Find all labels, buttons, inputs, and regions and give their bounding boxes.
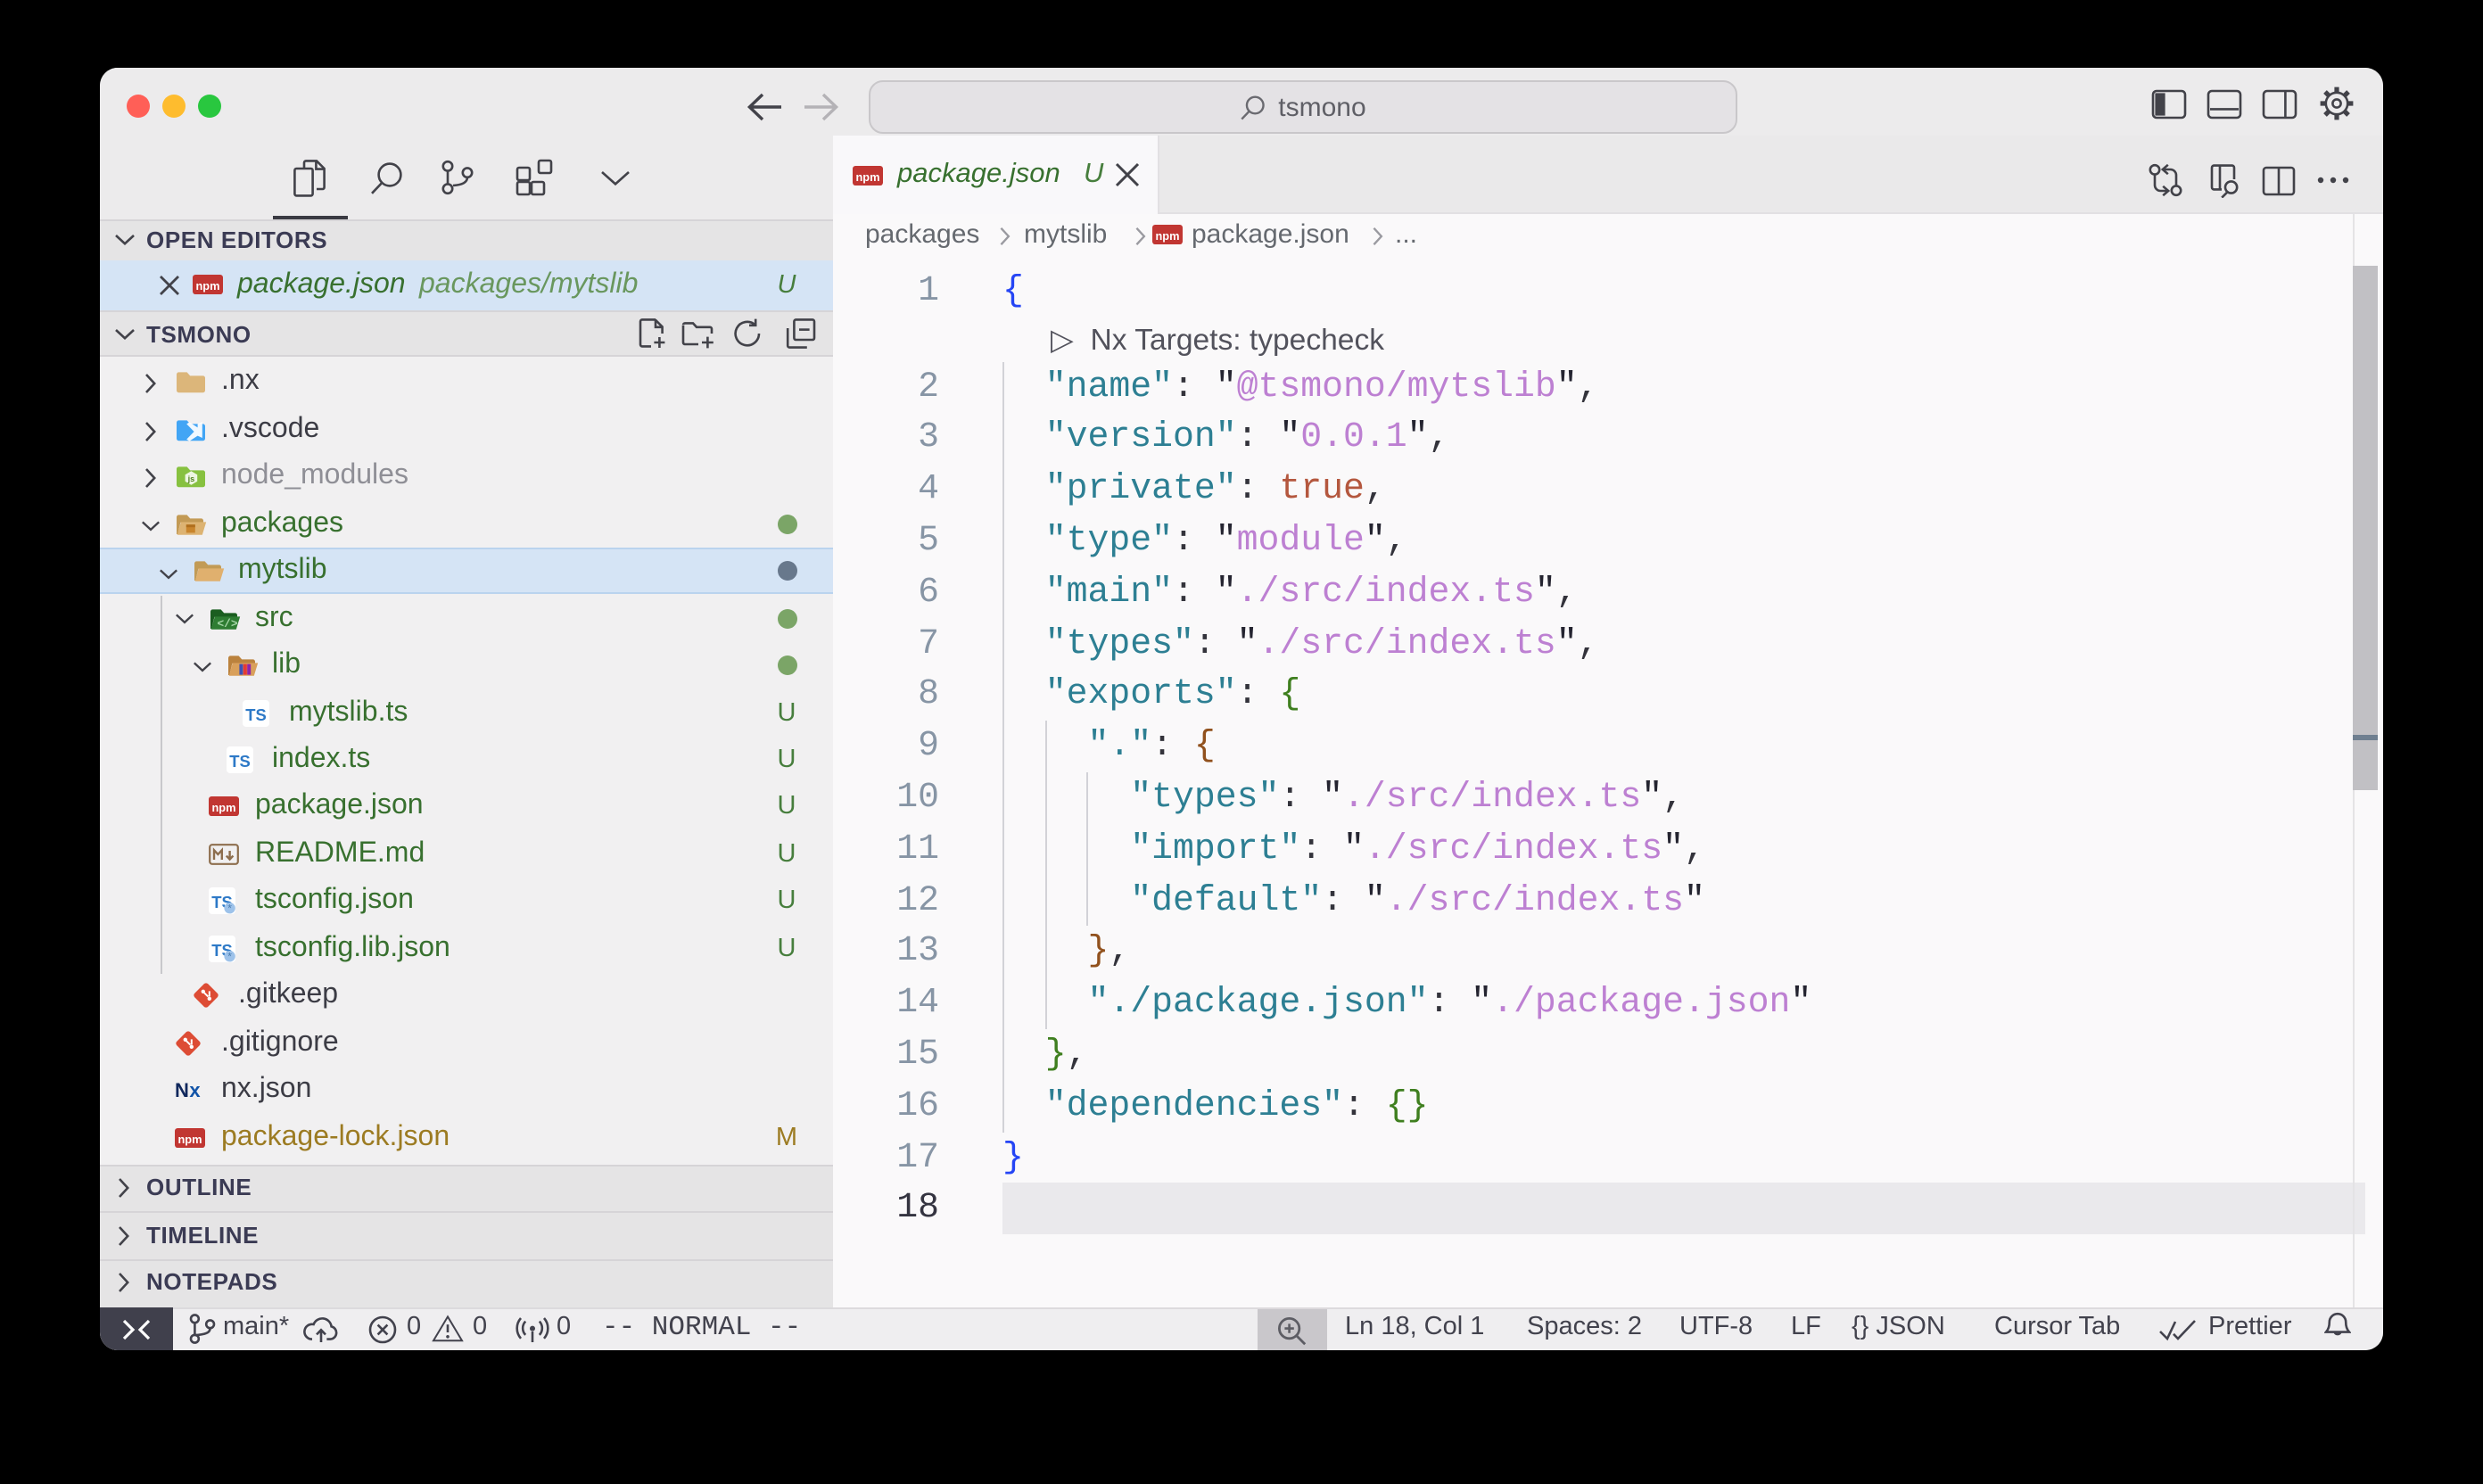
svg-text:N: N xyxy=(175,1080,189,1100)
svg-text:npm: npm xyxy=(1154,228,1178,242)
svg-text:npm: npm xyxy=(194,279,219,293)
svg-text:</>: </> xyxy=(217,616,237,630)
svg-text:*: * xyxy=(227,950,232,961)
svg-text:TS: TS xyxy=(245,705,267,723)
svg-text:TS: TS xyxy=(228,752,250,771)
svg-text:*: * xyxy=(227,903,232,914)
svg-text:npm: npm xyxy=(177,1132,202,1145)
svg-text:js: js xyxy=(187,474,195,483)
svg-text:npm: npm xyxy=(855,169,879,183)
svg-text:x: x xyxy=(189,1080,201,1100)
svg-text:npm: npm xyxy=(211,802,235,815)
